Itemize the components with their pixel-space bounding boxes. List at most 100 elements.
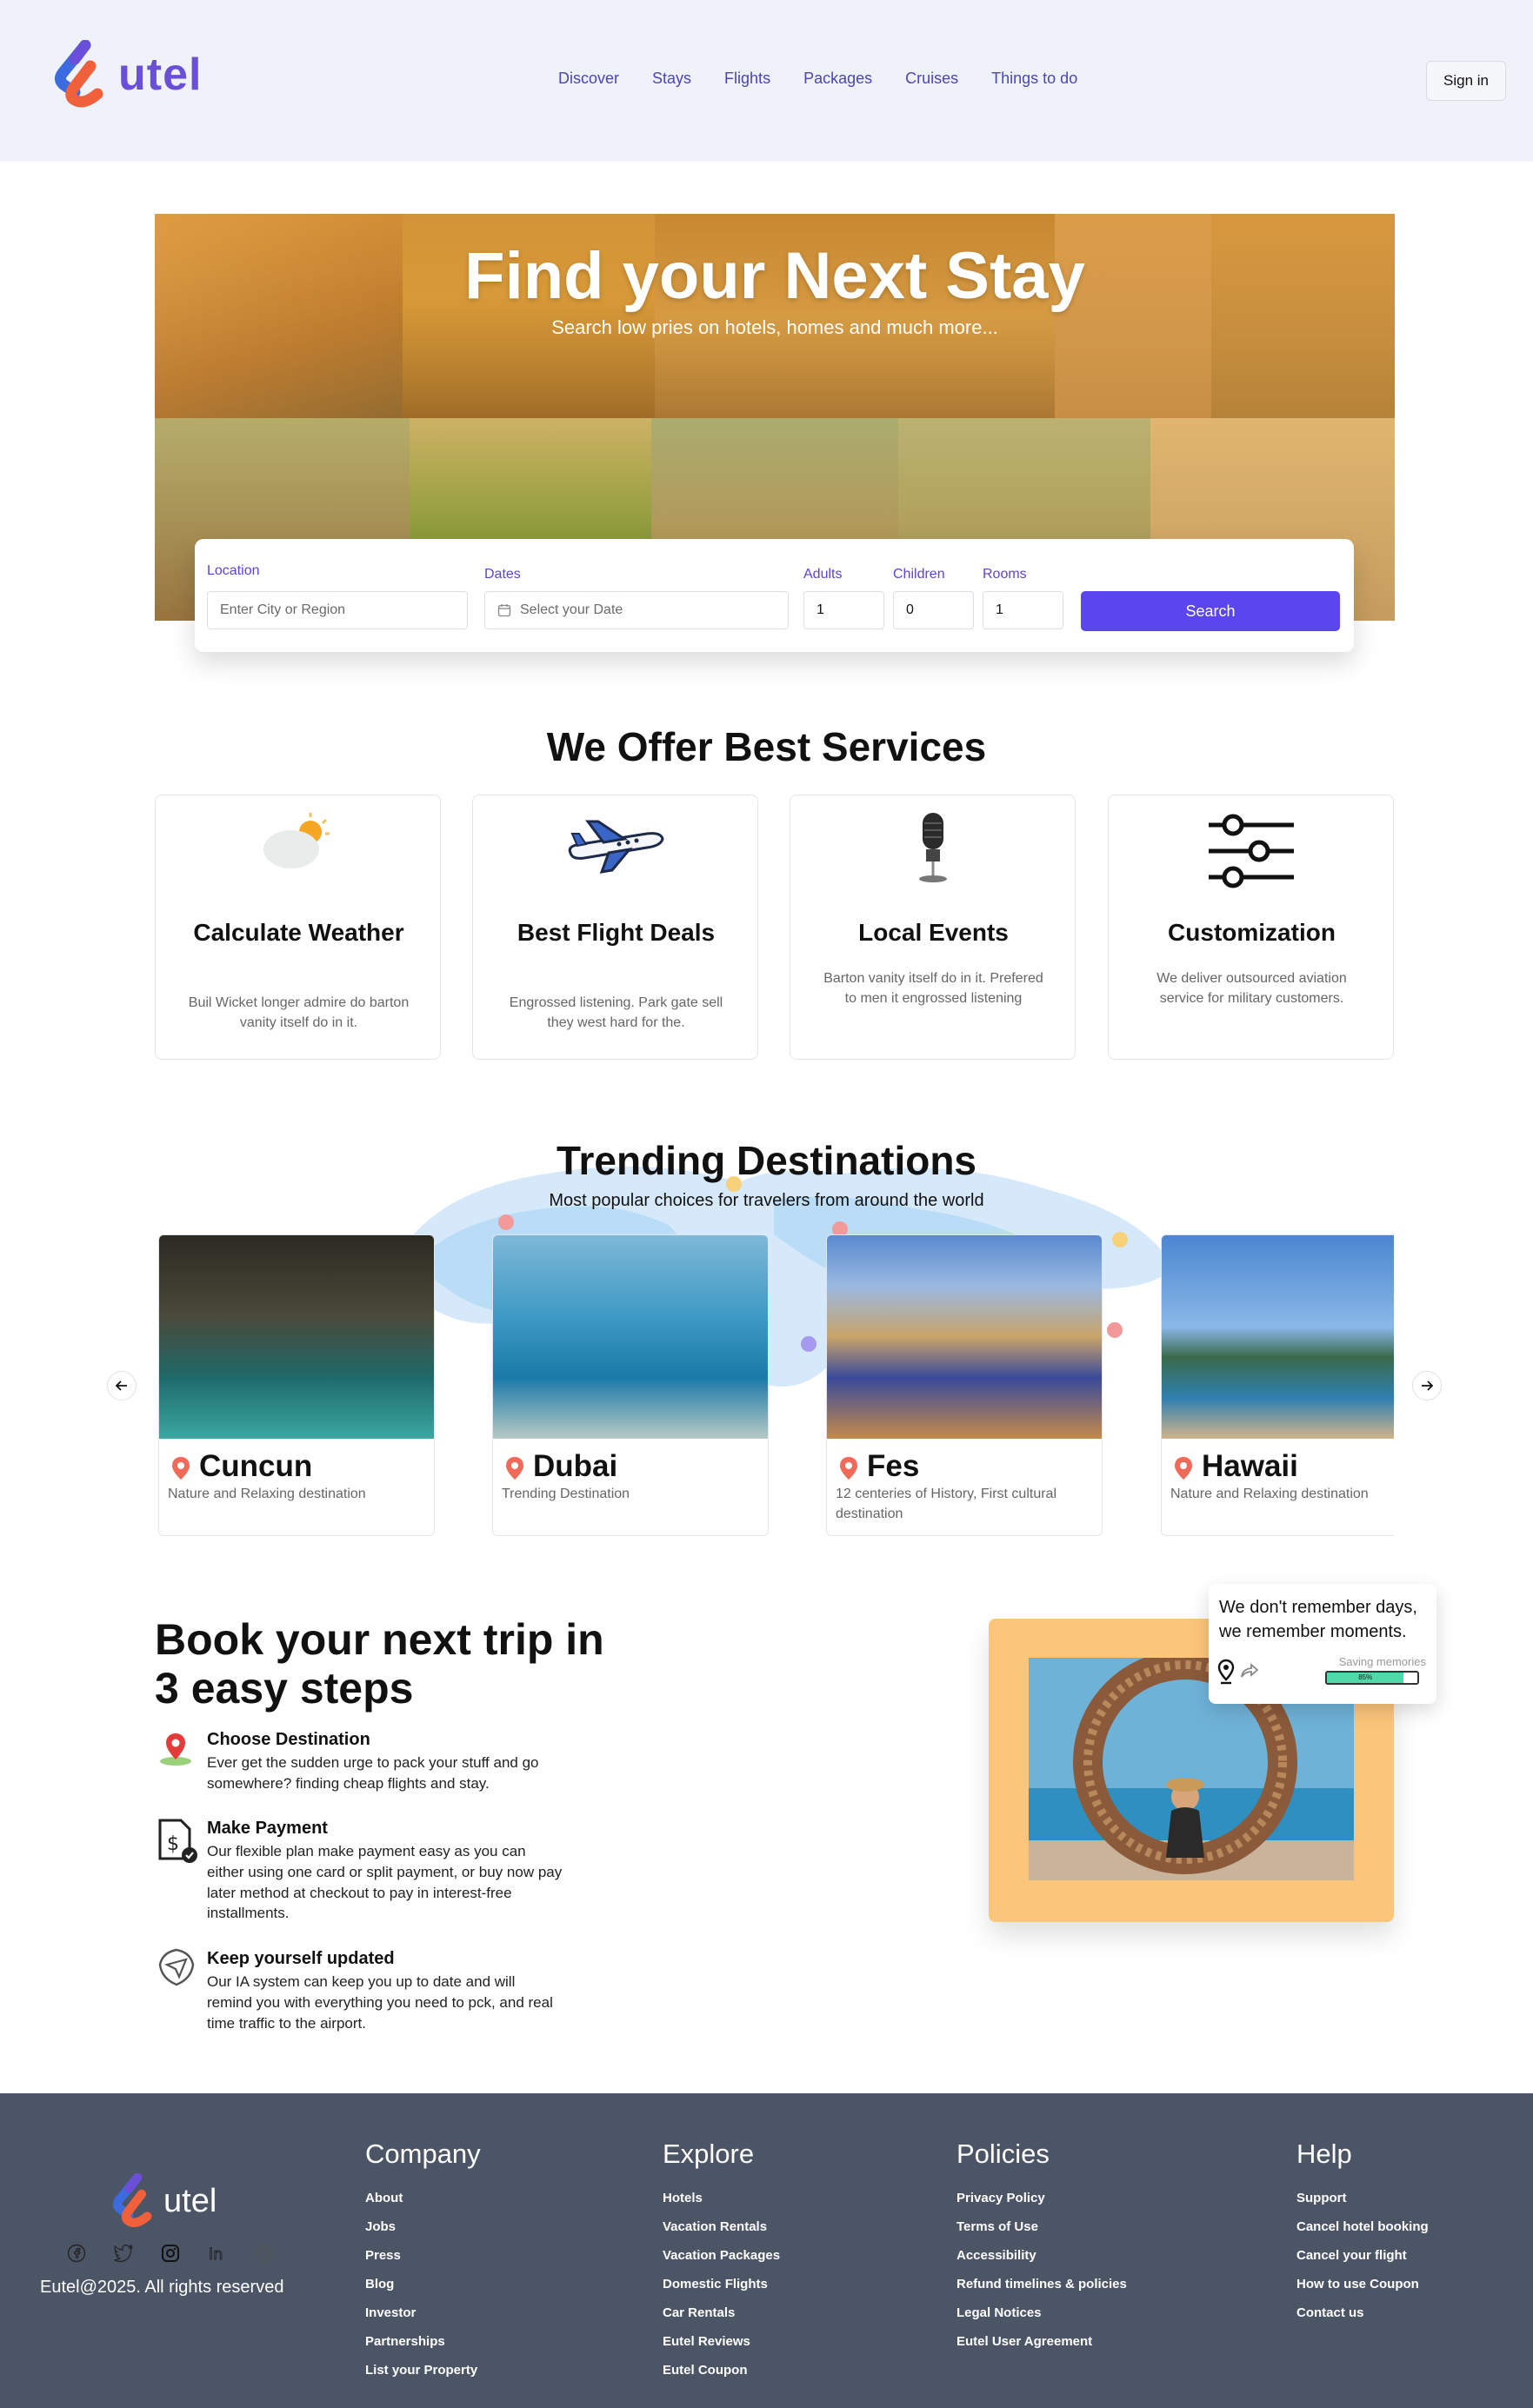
service-desc: Barton vanity itself do in it. Prefered … <box>823 971 1043 1007</box>
twitter-icon[interactable] <box>113 2243 134 2264</box>
footer-link-terms[interactable]: Terms of Use <box>956 2212 1127 2241</box>
footer-heading: Help <box>1296 2139 1352 2169</box>
footer-link-blog[interactable]: Blog <box>365 2270 481 2298</box>
destination-name: Hawaii <box>1202 1449 1298 1483</box>
service-title: Local Events <box>858 919 1009 946</box>
service-card-events: Local Events Barton vanity itself do in … <box>790 795 1076 1060</box>
hero-title: Find your Next Stay <box>464 239 1085 313</box>
facebook-icon[interactable] <box>66 2243 87 2264</box>
adults-input[interactable]: 1 <box>803 591 884 629</box>
logo[interactable]: utel <box>50 40 202 110</box>
footer-link-coupon-help[interactable]: How to use Coupon <box>1296 2270 1429 2298</box>
microphone-icon <box>790 808 1075 886</box>
footer-link-car-rentals[interactable]: Car Rentals <box>663 2298 780 2327</box>
trending-title: Trending Destinations <box>556 1138 977 1183</box>
nav-packages[interactable]: Packages <box>803 70 872 88</box>
footer-link-jobs[interactable]: Jobs <box>365 2212 481 2241</box>
destination-name: Fes <box>867 1449 920 1483</box>
footer-link-refunds[interactable]: Refund timelines & policies <box>956 2270 1127 2298</box>
dates-placeholder: Select your Date <box>520 602 623 617</box>
memory-card: We don't remember days, we remember mome… <box>1209 1584 1436 1704</box>
footer-link-vacation-packages[interactable]: Vacation Packages <box>663 2241 780 2270</box>
footer-link-press[interactable]: Press <box>365 2241 481 2270</box>
footer-link-hotels[interactable]: Hotels <box>663 2184 780 2212</box>
destination-photo <box>493 1235 768 1439</box>
dates-input[interactable]: Select your Date <box>484 591 789 629</box>
step-title: Choose Destination <box>207 1730 370 1749</box>
instagram-icon[interactable] <box>160 2243 181 2264</box>
children-value: 0 <box>906 602 914 617</box>
service-title: Best Flight Deals <box>517 919 716 946</box>
arrow-right-icon <box>1422 1380 1434 1391</box>
rooms-input[interactable]: 1 <box>983 591 1063 629</box>
footer-link-partnerships[interactable]: Partnerships <box>365 2327 481 2356</box>
footer-col-explore: Explore Hotels Vacation Rentals Vacation… <box>663 2139 780 2385</box>
destination-card-fes[interactable]: Fes 12 centeries of History, First cultu… <box>826 1234 1103 1536</box>
footer-link-domestic-flights[interactable]: Domestic Flights <box>663 2270 780 2298</box>
saving-progress-fill: 85% <box>1327 1673 1404 1683</box>
footer-link-support[interactable]: Support <box>1296 2184 1429 2212</box>
location-input[interactable]: Enter City or Region <box>207 591 468 629</box>
share-icon[interactable] <box>1240 1662 1259 1680</box>
search-button[interactable]: Search <box>1081 591 1340 631</box>
destination-photo <box>159 1235 434 1439</box>
children-input[interactable]: 0 <box>893 591 974 629</box>
location-pin-icon <box>506 1457 523 1480</box>
footer-link-coupon[interactable]: Eutel Coupon <box>663 2356 780 2385</box>
footer-link-about[interactable]: About <box>365 2184 481 2212</box>
weather-icon <box>156 808 440 886</box>
calendar-icon <box>497 604 511 617</box>
destination-card-dubai[interactable]: Dubai Trending Destination <box>492 1234 769 1536</box>
destination-card-hawaii[interactable]: Hawaii Nature and Relaxing destination <box>1161 1234 1394 1536</box>
service-card-weather: Calculate Weather Buil Wicket longer adm… <box>155 795 441 1060</box>
footer-link-list-property[interactable]: List your Property <box>365 2356 481 2385</box>
footer-heading: Policies <box>956 2139 1050 2169</box>
logo-text: utel <box>118 50 203 100</box>
main-nav: Discover Stays Flights Packages Cruises … <box>558 70 1077 88</box>
footer-link-investor[interactable]: Investor <box>365 2298 481 2327</box>
service-card-flight: Best Flight Deals Engrossed listening. P… <box>472 795 758 1060</box>
social-links: in <box>66 2243 275 2264</box>
svg-text:in: in <box>209 2245 223 2263</box>
service-title: Calculate Weather <box>193 919 404 946</box>
globe-icon[interactable] <box>254 2243 275 2264</box>
service-desc: Buil Wicket longer admire do barton vani… <box>188 995 410 1031</box>
memory-quote: We don't remember days, we remember mome… <box>1219 1598 1417 1641</box>
destination-photo <box>1162 1235 1394 1439</box>
saving-progress-label: 85% <box>1358 1673 1373 1681</box>
footer-link-contact[interactable]: Contact us <box>1296 2298 1429 2327</box>
rooms-label: Rooms <box>983 567 1027 582</box>
carousel-prev-button[interactable] <box>107 1371 137 1400</box>
trending-subtitle: Most popular choices for travelers from … <box>549 1191 984 1210</box>
footer-link-cancel-hotel[interactable]: Cancel hotel booking <box>1296 2212 1429 2241</box>
footer: utel in Eutel@2025. All rights reserved … <box>0 2093 1533 2408</box>
airplane-icon <box>473 808 757 886</box>
linkedin-icon[interactable]: in <box>207 2243 228 2264</box>
footer-link-reviews[interactable]: Eutel Reviews <box>663 2327 780 2356</box>
carousel-next-button[interactable] <box>1412 1371 1442 1400</box>
footer-link-legal[interactable]: Legal Notices <box>956 2298 1127 2327</box>
destination-desc: 12 centeries of History, First cultural … <box>836 1487 1057 1522</box>
nav-stays[interactable]: Stays <box>652 70 691 88</box>
footer-link-cancel-flight[interactable]: Cancel your flight <box>1296 2241 1429 2270</box>
logo-mark-icon <box>54 40 103 108</box>
payment-document-icon: $ <box>158 1819 197 1863</box>
nav-flights[interactable]: Flights <box>724 70 770 88</box>
sign-in-button[interactable]: Sign in <box>1426 61 1506 101</box>
adults-label: Adults <box>803 567 843 582</box>
location-pin-icon <box>172 1457 190 1480</box>
nav-things-to-do[interactable]: Things to do <box>991 70 1077 88</box>
nav-discover[interactable]: Discover <box>558 70 619 88</box>
service-desc: Engrossed listening. Park gate sell they… <box>509 995 723 1031</box>
adults-value: 1 <box>816 602 824 617</box>
footer-logo[interactable]: utel <box>110 2173 217 2229</box>
destination-desc: Nature and Relaxing destination <box>168 1487 366 1501</box>
footer-link-user-agreement[interactable]: Eutel User Agreement <box>956 2327 1127 2356</box>
destination-card-cuncun[interactable]: Cuncun Nature and Relaxing destination <box>158 1234 435 1536</box>
location-pin-icon <box>840 1457 857 1480</box>
footer-link-vacation-rentals[interactable]: Vacation Rentals <box>663 2212 780 2241</box>
footer-link-accessibility[interactable]: Accessibility <box>956 2241 1127 2270</box>
svg-text:$: $ <box>167 1833 179 1855</box>
nav-cruises[interactable]: Cruises <box>905 70 958 88</box>
footer-link-privacy[interactable]: Privacy Policy <box>956 2184 1127 2212</box>
